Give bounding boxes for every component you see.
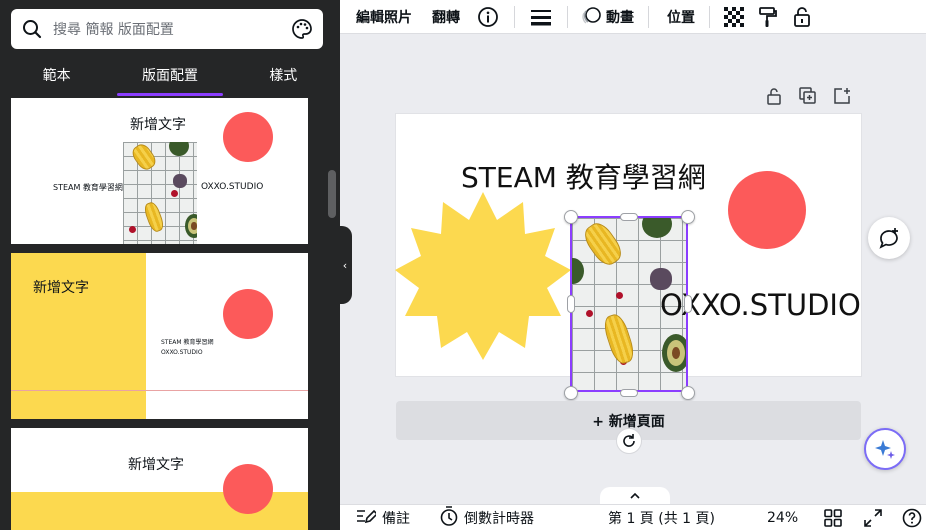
divider-line: [11, 390, 308, 391]
red-circle: [223, 289, 273, 339]
fullscreen-icon[interactable]: [864, 508, 882, 527]
show-pages-handle[interactable]: [600, 487, 670, 504]
animate-button[interactable]: 動畫: [582, 0, 634, 34]
resize-handle-left[interactable]: [567, 295, 575, 313]
comment-button[interactable]: [868, 217, 910, 259]
sun-shape[interactable]: [395, 190, 571, 366]
rotate-handle[interactable]: [616, 428, 642, 454]
edit-photo-button[interactable]: 編輯照片: [356, 0, 412, 34]
flip-button[interactable]: 翻轉: [432, 0, 460, 34]
search-icon: [21, 18, 43, 40]
zoom-level[interactable]: 24%: [767, 510, 798, 526]
resize-handle-right[interactable]: [684, 295, 692, 313]
panel-tabs: 範本 版面配置 樣式: [0, 60, 340, 96]
lock-page-icon[interactable]: [762, 86, 786, 106]
palette-icon[interactable]: [291, 18, 313, 40]
template-subtitle: OXXO.STUDIO: [201, 182, 264, 192]
bottom-bar: 備註 倒數計時器 第 1 頁 (共 1 頁) 24%: [340, 504, 926, 530]
template-heading: 新增文字: [33, 280, 89, 296]
animate-icon: [582, 5, 602, 29]
resize-handle-top-left[interactable]: [564, 210, 578, 224]
info-icon[interactable]: [476, 5, 500, 29]
red-circle: [223, 464, 273, 514]
add-page-icon[interactable]: [830, 86, 854, 106]
side-panel: 搜尋 簡報 版面配置 範本 版面配置 樣式 新增文字 STEAM 教育學習網 O…: [0, 0, 340, 530]
toolbar-divider: [514, 5, 515, 28]
resize-handle-bottom[interactable]: [620, 389, 638, 397]
tab-templates[interactable]: 範本: [0, 60, 113, 96]
template-heading: 新增文字: [130, 117, 186, 133]
notes-icon: [356, 507, 379, 529]
layout-template-1[interactable]: 新增文字 STEAM 教育學習網 OXXO.STUDIO: [11, 98, 308, 244]
help-icon[interactable]: [902, 508, 922, 528]
template-subtitle: OXXO.STUDIO: [161, 349, 203, 356]
resize-handle-top-right[interactable]: [681, 210, 695, 224]
selection-box: [570, 216, 688, 392]
resize-handle-bottom-right[interactable]: [681, 386, 695, 400]
red-circle[interactable]: [728, 171, 806, 249]
toolbar-divider: [709, 5, 710, 28]
resize-handle-bottom-left[interactable]: [564, 386, 578, 400]
page-indicator[interactable]: 第 1 頁 (共 1 頁): [608, 508, 715, 528]
animate-label: 動畫: [606, 9, 634, 26]
editor-toolbar: 編輯照片 翻轉 動畫 位置: [340, 0, 926, 34]
timer-label: 倒數計時器: [464, 510, 534, 527]
template-title: STEAM 教育學習網: [161, 339, 214, 346]
notes-button[interactable]: 備註: [356, 507, 410, 529]
collapse-panel-button[interactable]: ‹: [338, 226, 352, 304]
grid-view-icon[interactable]: [824, 508, 842, 527]
position-button[interactable]: 位置: [667, 0, 695, 34]
page-title[interactable]: STEAM 教育學習網: [461, 156, 706, 196]
transparency-icon[interactable]: [722, 5, 746, 29]
lock-icon[interactable]: [790, 5, 814, 29]
layout-template-3[interactable]: 新增文字: [11, 428, 308, 530]
panel-scrollbar[interactable]: [328, 170, 336, 218]
timer-button[interactable]: 倒數計時器: [440, 505, 534, 530]
toolbar-divider: [567, 5, 568, 28]
red-circle: [223, 112, 273, 162]
page-actions: [762, 86, 854, 106]
line-style-icon[interactable]: [529, 5, 553, 29]
timer-icon: [440, 505, 458, 530]
search-box[interactable]: 搜尋 簡報 版面配置: [11, 9, 323, 49]
template-title: STEAM 教育學習網: [53, 183, 123, 192]
tab-styles[interactable]: 樣式: [227, 60, 340, 96]
magic-assistant-button[interactable]: [864, 428, 906, 470]
notes-label: 備註: [382, 510, 410, 527]
food-photo: [123, 142, 197, 244]
layout-template-2[interactable]: 新增文字 STEAM 教育學習網 OXXO.STUDIO: [11, 253, 308, 419]
tab-layouts[interactable]: 版面配置: [113, 60, 226, 96]
template-heading: 新增文字: [128, 457, 184, 473]
resize-handle-top[interactable]: [620, 213, 638, 221]
paint-roller-icon[interactable]: [756, 5, 780, 29]
toolbar-divider: [648, 5, 649, 28]
search-input[interactable]: 搜尋 簡報 版面配置: [53, 19, 291, 39]
duplicate-page-icon[interactable]: [796, 86, 820, 106]
